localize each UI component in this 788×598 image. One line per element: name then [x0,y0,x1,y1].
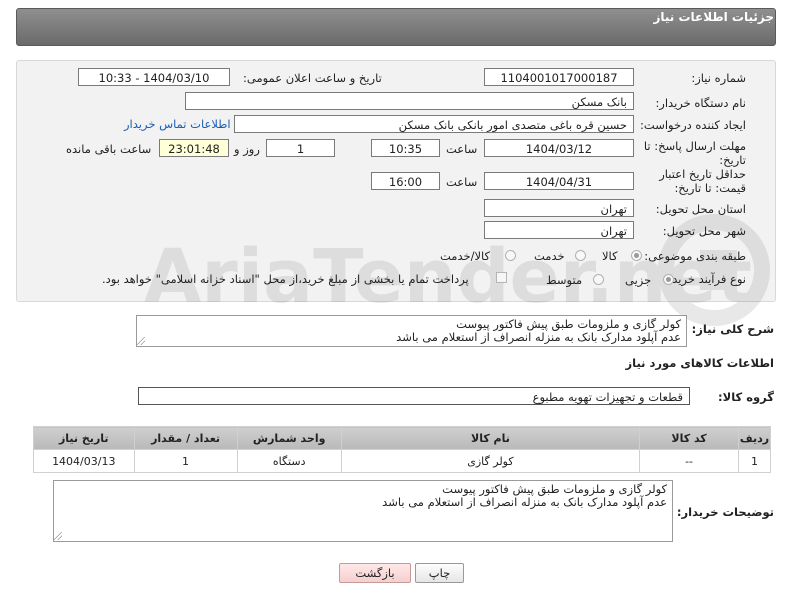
reply-deadline-label: مهلت ارسال پاسخ: تا تاریخ: [643,139,746,167]
category-option-goods: کالا [602,249,618,263]
announce-label: تاریخ و ساعت اعلان عمومی: [243,71,382,85]
reply-date-field: 1404/03/12 [484,139,634,157]
province-field: تهران [484,199,634,217]
need-number-label: شماره نیاز: [691,71,746,85]
buyer-notes-line-2: عدم آپلود مدارک بانک به منزله انصراف از … [382,495,667,509]
province-label: استان محل تحویل: [655,202,746,216]
category-option-service: خدمت [534,249,565,263]
summary-textarea[interactable]: کولر گازی و ملزومات طبق پیش فاکتور پیوست… [136,315,687,347]
goods-group-label: گروه کالا: [718,390,774,404]
city-field: تهران [484,221,634,239]
cell-unit: دستگاه [236,449,342,473]
price-validity-label: حداقل تاریخ اعتبار قیمت: تا تاریخ: [659,167,746,195]
cell-date: 1404/03/13 [33,449,135,473]
creator-label: ایجاد کننده درخواست: [640,118,746,132]
announce-field: 1404/03/10 - 10:33 [78,68,230,86]
buyer-notes-label: توضیحات خریدار: [676,505,774,519]
creator-field: حسین قره باغی متصدی امور بانکی بانک مسکن [234,115,634,133]
treasury-payment-note: پرداخت تمام یا بخشی از مبلغ خرید،از محل … [102,272,469,286]
reply-time-field: 10:35 [371,139,440,157]
col-unit-header: واحد شمارش [236,426,342,450]
summary-line-2: عدم آپلود مدارک بانک به منزله انصراف از … [396,330,681,344]
cell-code: -- [639,449,740,473]
cell-row: 1 [738,449,771,473]
category-label: طبقه بندی موضوعی: [644,249,746,263]
process-label: نوع فرآیند خرید : [664,272,746,286]
category-radio-goods[interactable] [631,250,642,261]
buyer-notes-resize-handle[interactable] [54,532,62,540]
goods-table-header: ردیف کد کالا نام کالا واحد شمارش تعداد /… [33,426,771,450]
reply-time-label: ساعت [446,142,478,156]
goods-table: ردیف کد کالا نام کالا واحد شمارش تعداد /… [33,426,771,473]
process-option-medium: متوسط [546,273,583,287]
reply-days-field: 1 [266,139,335,157]
print-button[interactable]: چاپ [415,563,464,583]
page-title: جزئیات اطلاعات نیاز [653,10,774,24]
goods-group-field: قطعات و تجهیزات تهویه مطبوع [138,387,690,405]
price-validity-time-field: 16:00 [371,172,440,190]
price-validity-time-label: ساعت [446,175,478,189]
category-radio-goods-service[interactable] [505,250,516,261]
need-number-field: 1104001017000187 [484,68,634,86]
category-option-goods-service: کالا/خدمت [440,249,491,263]
buyer-org-label: نام دستگاه خریدار: [655,96,746,110]
buyer-notes-textarea[interactable]: کولر گازی و ملزومات طبق پیش فاکتور پیوست… [53,480,673,542]
city-label: شهر محل تحویل: [662,224,746,238]
cell-name: کولر گازی [340,449,641,473]
goods-section-title: اطلاعات کالاهای مورد نیاز [625,356,774,370]
col-row-header: ردیف [738,426,771,450]
process-radio-minor[interactable] [663,274,674,285]
col-date-header: تاریخ نیاز [33,426,135,450]
summary-resize-handle[interactable] [137,337,145,345]
process-option-minor: جزیی [625,273,652,287]
cell-qty: 1 [133,449,238,473]
col-code-header: کد کالا [639,426,740,450]
back-button[interactable]: بازگشت [339,563,411,583]
summary-label: شرح کلی نیاز: [691,322,774,336]
table-row: 1 -- کولر گازی دستگاه 1 1404/03/13 [33,449,771,473]
remaining-time-label: ساعت باقی مانده [66,142,152,156]
reply-days-label: روز و [234,142,260,156]
price-validity-date-field: 1404/04/31 [484,172,634,190]
process-radio-medium[interactable] [593,274,604,285]
category-radio-service[interactable] [575,250,586,261]
col-name-header: نام کالا [340,426,641,450]
treasury-payment-checkbox[interactable] [496,272,507,283]
remaining-time-field: 23:01:48 [159,139,229,157]
buyer-org-field: بانک مسکن [185,92,634,110]
col-qty-header: تعداد / مقدار [133,426,238,450]
buyer-contact-link[interactable]: اطلاعات تماس خریدار [124,117,231,131]
